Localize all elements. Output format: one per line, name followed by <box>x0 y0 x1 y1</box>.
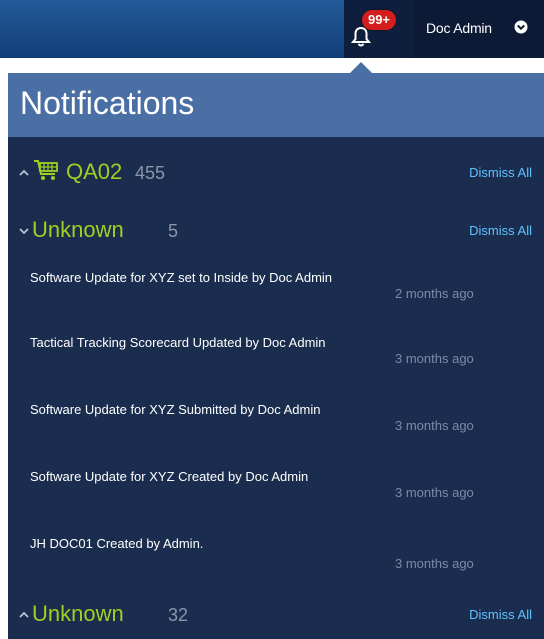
notification-text: Software Update for XYZ Created by Doc A… <box>30 469 309 484</box>
notification-text: Software Update for XYZ Submitted by Doc… <box>30 402 321 417</box>
notification-item[interactable]: Software Update for XYZ set to Inside by… <box>8 270 544 330</box>
group-count: 32 <box>168 605 189 625</box>
group-header-qa02[interactable]: QA02 455 Dismiss All <box>8 153 544 193</box>
notification-item[interactable]: JH DOC01 Created by Admin. 3 months ago <box>8 536 544 596</box>
chevron-down-circle-icon <box>514 20 528 34</box>
chevron-up-icon[interactable] <box>18 609 30 621</box>
notification-text: Software Update for XYZ set to Inside by… <box>30 270 333 285</box>
user-name: Doc Admin <box>426 20 492 36</box>
group-header-unknown[interactable]: Unknown 32 Dismiss All <box>8 597 544 637</box>
cart-icon <box>34 160 58 180</box>
notification-text: JH DOC01 Created by Admin. <box>30 536 204 551</box>
notification-item[interactable]: Tactical Tracking Scorecard Updated by D… <box>8 335 544 395</box>
notification-time: 2 months ago <box>395 286 474 301</box>
group-name: Unknown <box>32 601 124 626</box>
group-count: 455 <box>135 163 166 183</box>
notifications-panel: Notifications QA02 455 Dismiss All Unkno… <box>8 73 544 639</box>
notification-time: 3 months ago <box>395 485 474 500</box>
notification-item[interactable]: Software Update for XYZ Created by Doc A… <box>8 469 544 529</box>
dismiss-all-button[interactable]: Dismiss All <box>469 165 532 180</box>
group-name: QA02 <box>66 159 123 184</box>
chevron-down-icon[interactable] <box>18 225 30 237</box>
notification-time: 3 months ago <box>395 351 474 366</box>
notification-text: Tactical Tracking Scorecard Updated by D… <box>30 335 326 350</box>
group-name: Unknown <box>32 217 124 242</box>
notification-time: 3 months ago <box>395 418 474 433</box>
panel-header: Notifications <box>8 73 544 137</box>
dismiss-all-button[interactable]: Dismiss All <box>469 223 532 238</box>
user-menu[interactable]: Doc Admin <box>414 0 544 58</box>
panel-title: Notifications <box>20 85 195 121</box>
chevron-up-icon[interactable] <box>18 167 30 179</box>
notification-item[interactable]: Software Update for XYZ Submitted by Doc… <box>8 402 544 462</box>
group-header-unknown[interactable]: Unknown 5 Dismiss All <box>8 211 544 251</box>
notification-time: 3 months ago <box>395 556 474 571</box>
group-count: 5 <box>168 221 179 241</box>
notification-count-badge: 99+ <box>362 10 396 30</box>
dismiss-all-button[interactable]: Dismiss All <box>469 607 532 622</box>
